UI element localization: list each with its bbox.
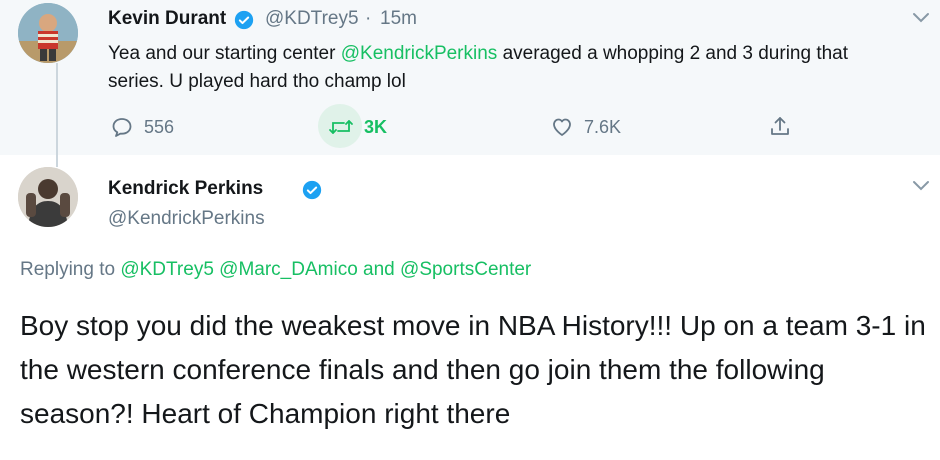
replying-to-line: Replying to @KDTrey5 @Marc_DAmico and @S…	[20, 259, 531, 281]
tweet-text-2: Boy stop you did the weakest move in NBA…	[20, 310, 926, 429]
reply-icon	[112, 118, 132, 137]
replying-label: Replying to	[20, 259, 116, 280]
chevron-down-icon[interactable]	[912, 180, 930, 192]
avatar-kendrick-perkins[interactable]	[18, 167, 78, 227]
author-handle-2[interactable]: @KendrickPerkins	[108, 208, 265, 230]
share-button[interactable]	[768, 112, 802, 142]
reply-to-sportscenter[interactable]: @SportsCenter	[400, 259, 531, 280]
reply-button[interactable]: 556	[110, 112, 174, 142]
thread-line	[56, 63, 58, 167]
dot-separator: ·	[365, 8, 372, 29]
retweet-count: 3K	[364, 116, 388, 137]
chevron-down-icon[interactable]	[912, 12, 930, 24]
like-icon	[553, 118, 571, 136]
verified-badge-icon	[234, 10, 254, 30]
reply-count: 556	[144, 116, 175, 137]
author-name[interactable]: Kevin Durant	[108, 8, 226, 30]
timestamp[interactable]: 15m	[380, 8, 417, 30]
avatar-kevin-durant[interactable]	[18, 3, 78, 63]
share-icon	[771, 117, 789, 135]
reply-to-kdtrey5[interactable]: @KDTrey5	[120, 259, 214, 280]
author-name-2[interactable]: Kendrick Perkins	[108, 178, 263, 200]
like-button[interactable]: 7.6K	[550, 112, 621, 142]
reply-to-and[interactable]: and	[363, 259, 395, 280]
retweet-button[interactable]: 3K	[328, 112, 387, 142]
reply-to-marc-damico[interactable]: @Marc_DAmico	[219, 259, 358, 280]
tweet-text: Yea and our starting center @KendrickPer…	[108, 40, 908, 96]
mention-link[interactable]: @KendrickPerkins	[341, 43, 498, 64]
retweet-icon	[329, 120, 353, 134]
verified-badge-icon	[302, 180, 322, 200]
tweet-text-before: Yea and our starting center	[108, 43, 341, 64]
author-handle[interactable]: @KDTrey5	[265, 8, 359, 30]
like-count: 7.6K	[584, 116, 622, 137]
